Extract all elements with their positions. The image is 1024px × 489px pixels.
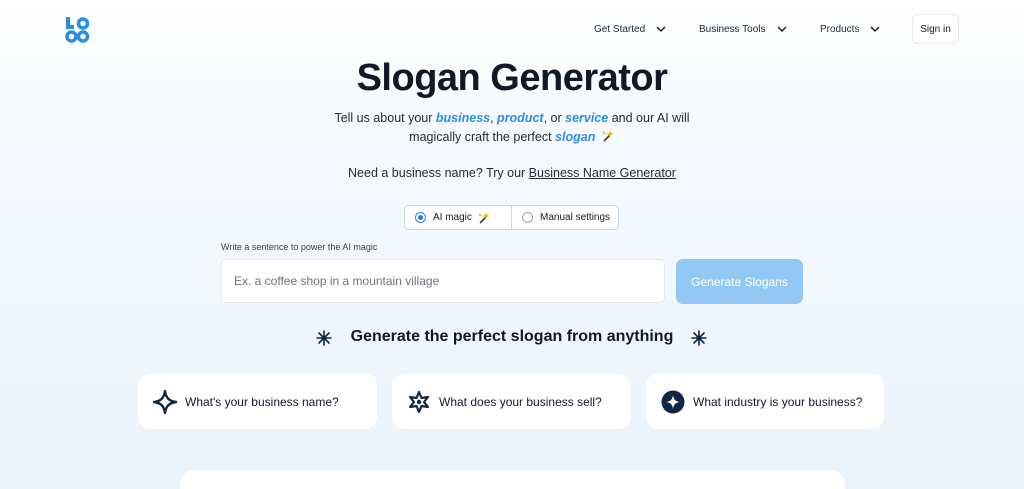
radio-unselected[interactable]	[522, 212, 533, 223]
flower-icon	[408, 390, 430, 413]
nav-get-started-label: Get Started	[594, 23, 646, 35]
hero-subtitle-line1: Tell us about your business, product, or…	[0, 111, 1024, 125]
nav-products[interactable]: Products	[820, 21, 881, 37]
mode-manual-settings[interactable]: Manual settings	[512, 206, 618, 229]
card-industry-label: What industry is your business?	[693, 394, 863, 409]
mode-manual-settings-label: Manual settings	[540, 212, 611, 223]
starburst-icon	[691, 330, 707, 346]
keyword-product: product	[497, 111, 544, 125]
card-industry[interactable]: What industry is your business?	[646, 374, 884, 429]
subtitle-text: Tell us about your	[334, 111, 436, 125]
chevron-down-icon	[870, 26, 880, 32]
magic-wand-icon	[477, 211, 490, 224]
sign-in-button[interactable]: Sign in	[912, 14, 959, 44]
chevron-down-icon	[656, 26, 666, 32]
page-title: Slogan Generator	[356, 57, 668, 99]
card-business-name[interactable]: What's your business name?	[138, 374, 377, 429]
results-panel	[180, 470, 845, 489]
mode-toggle: AI magic Manual settings	[404, 205, 619, 230]
card-business-sell-label: What does your business sell?	[439, 394, 602, 409]
section-title: Generate the perfect slogan from anythin…	[350, 328, 674, 345]
magic-wand-icon	[601, 130, 614, 142]
subtitle-text: , or	[543, 111, 566, 125]
hero-subtitle-line2: magically craft the perfect slogan	[0, 129, 1024, 144]
card-business-name-label: What's your business name?	[185, 394, 339, 409]
nav-products-label: Products	[820, 23, 860, 35]
subtitle-text: ,	[490, 111, 498, 125]
generate-slogans-button[interactable]: Generate Slogans	[676, 259, 803, 304]
subtitle-text: magically craft the perfect	[409, 130, 556, 144]
prompt-input[interactable]	[220, 259, 665, 303]
diamond-sparkle-icon	[153, 389, 177, 414]
radio-selected[interactable]	[415, 212, 426, 223]
logo[interactable]	[64, 16, 92, 44]
nav-business-tools-label: Business Tools	[699, 23, 766, 35]
card-business-sell[interactable]: What does your business sell?	[392, 374, 631, 429]
sparkle-circle-icon	[661, 390, 685, 413]
mode-ai-magic[interactable]: AI magic	[405, 206, 512, 229]
chevron-down-icon	[777, 26, 787, 32]
logo-mark-icon	[65, 17, 90, 43]
keyword-service: service	[565, 111, 609, 125]
keyword-slogan: slogan	[555, 130, 596, 144]
subtitle-text: and our AI will	[608, 111, 690, 125]
prompt-text: Need a business name? Try our	[348, 166, 529, 180]
top-nav: Get Started Business Tools Products Sign…	[0, 0, 1024, 58]
mode-ai-magic-label: AI magic	[433, 212, 472, 223]
keyword-business: business	[435, 111, 491, 125]
name-generator-prompt: Need a business name? Try our Business N…	[0, 166, 1024, 180]
nav-business-tools[interactable]: Business Tools	[699, 21, 788, 37]
nav-get-started[interactable]: Get Started	[594, 21, 667, 37]
prompt-field-label: Write a sentence to power the AI magic	[221, 242, 378, 252]
business-name-generator-link[interactable]: Business Name Generator	[529, 166, 676, 180]
